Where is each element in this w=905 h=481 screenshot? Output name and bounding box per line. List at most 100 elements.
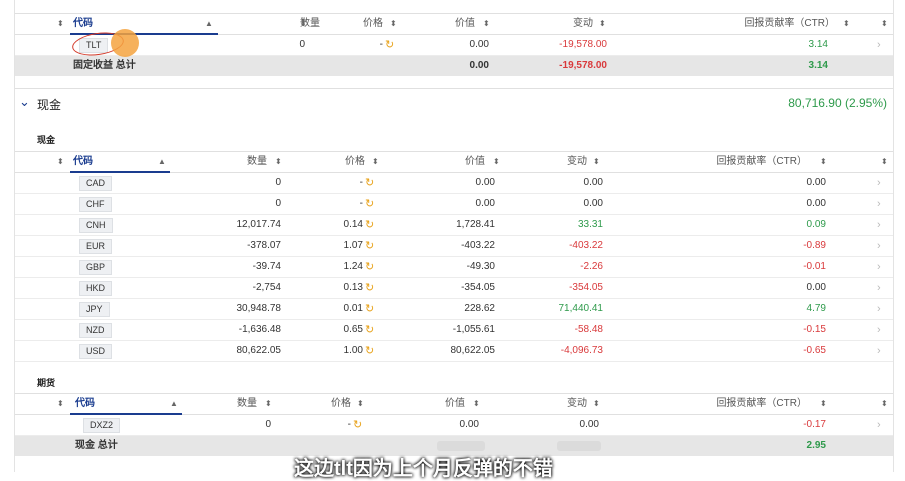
sort-icon[interactable]: ⬍ xyxy=(473,394,480,414)
col-price-header[interactable]: 价格 xyxy=(305,394,351,414)
table-row[interactable]: USD 80,622.05 1.00 ↻ 80,622.05 -4,096.73 -0.65… xyxy=(15,341,893,362)
symbol-tag[interactable]: DXZ2 xyxy=(83,418,121,433)
sort-icon[interactable]: ⬍ xyxy=(881,394,888,414)
history-clock-icon[interactable]: ↻ xyxy=(365,257,374,277)
sort-icon[interactable]: ⬍ xyxy=(843,14,850,34)
history-clock-icon[interactable]: ↻ xyxy=(365,236,374,256)
video-subtitle: 这边tlt因为上个月反弹的不错 xyxy=(294,458,553,480)
ctr-cell: -0.15 xyxy=(803,324,826,335)
sort-icon[interactable]: ⬍ xyxy=(372,152,379,172)
chevron-right-icon[interactable]: › xyxy=(877,236,881,256)
history-clock-icon[interactable]: ↻ xyxy=(365,278,374,298)
chevron-right-icon[interactable]: › xyxy=(877,257,881,277)
table-row[interactable]: CHF 0 - ↻ 0.00 0.00 0.00 › xyxy=(15,194,893,215)
table-row[interactable]: DXZ2 0 - ↻ 0.00 0.00 -0.17 › xyxy=(15,415,893,436)
col-qty-header[interactable]: 数量 xyxy=(215,152,267,172)
sort-asc-icon[interactable]: ▲ xyxy=(170,394,178,414)
col-ctr-header[interactable]: 回报贡献率（CTR） xyxy=(675,14,835,34)
symbol-tag[interactable]: EUR xyxy=(79,239,113,254)
history-clock-icon[interactable]: ↻ xyxy=(365,215,374,235)
symbol-tag[interactable]: USD xyxy=(79,344,113,359)
chevron-right-icon[interactable]: › xyxy=(877,341,881,361)
symbol-tag[interactable]: CNH xyxy=(79,218,113,233)
sort-icon[interactable]: ⬍ xyxy=(593,394,600,414)
symbol-tag[interactable]: CHF xyxy=(79,197,112,212)
symbol-tag[interactable]: NZD xyxy=(79,323,112,338)
sort-icon[interactable]: ⬍ xyxy=(275,152,282,172)
history-clock-icon[interactable]: ↻ xyxy=(353,415,362,435)
history-clock-icon[interactable]: ↻ xyxy=(365,194,374,214)
history-clock-icon[interactable]: ↻ xyxy=(365,320,374,340)
col-price-header[interactable]: 价格 xyxy=(315,152,365,172)
price-cell: - xyxy=(347,419,351,430)
sort-icon[interactable]: ⬍ xyxy=(57,394,64,414)
sort-icon[interactable]: ⬍ xyxy=(357,394,364,414)
value-cell: 0.00 xyxy=(469,39,489,50)
col-ctr-header[interactable]: 回报贡献率（CTR） xyxy=(675,152,807,172)
col-code-header[interactable]: 代码 xyxy=(75,394,95,414)
sort-icon[interactable]: ⬍ xyxy=(493,152,500,172)
sort-icon[interactable]: ⬍ xyxy=(820,394,827,414)
sort-icon[interactable]: ⬍ xyxy=(57,14,64,34)
chevron-right-icon[interactable]: › xyxy=(877,278,881,298)
symbol-tag[interactable]: CAD xyxy=(79,176,113,191)
history-clock-icon[interactable]: ↻ xyxy=(365,173,374,193)
col-change-header[interactable]: 变动 xyxy=(535,394,587,414)
sort-asc-icon[interactable]: ▲ xyxy=(158,152,166,172)
col-qty-header[interactable]: 数量 xyxy=(205,394,257,414)
history-clock-icon[interactable]: ↻ xyxy=(365,341,374,361)
chevron-right-icon[interactable]: › xyxy=(877,215,881,235)
chevron-down-icon[interactable]: ⌄ xyxy=(19,94,30,110)
sort-icon[interactable]: ⬍ xyxy=(593,152,600,172)
sort-icon[interactable]: ⬍ xyxy=(881,14,888,34)
col-value-header[interactable]: 价值 xyxy=(415,394,465,414)
table-row[interactable]: CNH 12,017.74 0.14 ↻ 1,728.41 33.31 0.09 › xyxy=(15,215,893,236)
col-value-header[interactable]: 价值 xyxy=(435,152,485,172)
sort-icon[interactable]: ⬍ xyxy=(483,14,490,34)
cash-section-bar[interactable]: ⌄ 现金 80,716.90 (2.95%) xyxy=(15,88,893,117)
sort-icon[interactable]: ⬍ xyxy=(300,14,307,34)
chevron-right-icon[interactable]: › xyxy=(877,415,881,435)
chevron-right-icon[interactable]: › xyxy=(877,299,881,319)
col-price-header[interactable]: 价格 xyxy=(325,14,383,34)
table-row[interactable]: TLT 0 - ↻ 0.00 -19,578.00 3.14 › xyxy=(15,35,893,56)
chevron-right-icon[interactable]: › xyxy=(877,194,881,214)
chevron-right-icon[interactable]: › xyxy=(877,35,881,55)
table-row[interactable]: CAD 0 - ↻ 0.00 0.00 0.00 › xyxy=(15,173,893,194)
table-row[interactable]: HKD -2,754 0.13 ↻ -354.05 -354.05 0.00 › xyxy=(15,278,893,299)
col-code-header[interactable]: 代码 xyxy=(73,14,93,34)
qty-cell: -2,754 xyxy=(252,282,281,293)
change-cell: 71,440.41 xyxy=(558,303,604,314)
ctr-cell: -0.89 xyxy=(803,240,826,251)
sort-icon[interactable]: ⬍ xyxy=(599,14,606,34)
chevron-right-icon[interactable]: › xyxy=(877,173,881,193)
symbol-tag[interactable]: HKD xyxy=(79,281,113,296)
symbol-tag[interactable]: JPY xyxy=(79,302,110,317)
sort-icon[interactable]: ⬍ xyxy=(390,14,397,34)
col-qty-header[interactable]: 数量 xyxy=(235,14,320,34)
symbol-tag[interactable]: GBP xyxy=(79,260,113,275)
table-row[interactable]: GBP -39.74 1.24 ↻ -49.30 -2.26 -0.01 › xyxy=(15,257,893,278)
history-clock-icon[interactable]: ↻ xyxy=(365,299,374,319)
col-code-header[interactable]: 代码 xyxy=(73,152,93,172)
ctr-cell: 0.09 xyxy=(806,219,826,230)
table-row[interactable]: NZD -1,636.48 0.65 ↻ -1,055.61 -58.48 -0.15 › xyxy=(15,320,893,341)
ctr-cell: -0.65 xyxy=(803,345,826,356)
chevron-right-icon[interactable]: › xyxy=(877,320,881,340)
history-clock-icon[interactable]: ↻ xyxy=(385,35,394,55)
sort-icon[interactable]: ⬍ xyxy=(881,152,888,172)
table-row[interactable]: JPY 30,948.78 0.01 ↻ 228.62 71,440.41 4.79 › xyxy=(15,299,893,320)
sort-icon[interactable]: ⬍ xyxy=(265,394,272,414)
total-label: 现金 总计 xyxy=(75,440,118,451)
sort-asc-icon[interactable]: ▲ xyxy=(205,14,213,34)
value-cell: 80,622.05 xyxy=(450,345,496,356)
col-ctr-header[interactable]: 回报贡献率（CTR） xyxy=(675,394,807,414)
col-change-header[interactable]: 变动 xyxy=(535,152,587,172)
col-value-header[interactable]: 价值 xyxy=(415,14,475,34)
table-row[interactable]: EUR -378.07 1.07 ↻ -403.22 -403.22 -0.89 › xyxy=(15,236,893,257)
sort-icon[interactable]: ⬍ xyxy=(57,152,64,172)
sort-icon[interactable]: ⬍ xyxy=(820,152,827,172)
price-cell: 1.24 xyxy=(343,261,363,272)
value-cell: 0.00 xyxy=(475,177,495,188)
col-change-header[interactable]: 变动 xyxy=(515,14,593,34)
